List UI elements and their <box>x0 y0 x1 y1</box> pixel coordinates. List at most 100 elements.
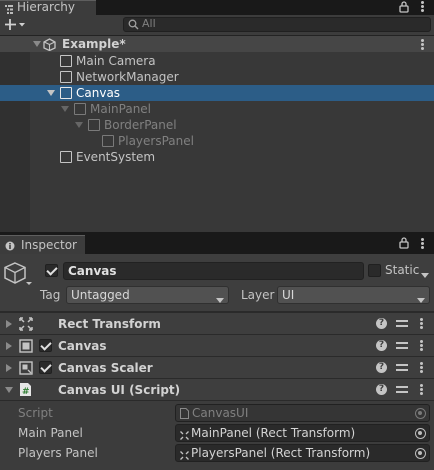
layer-label: Layer <box>241 288 275 302</box>
inspector-menu-icon[interactable] <box>421 238 424 249</box>
gameobject-name: Canvas <box>68 264 117 278</box>
chevron-down-icon <box>216 293 224 307</box>
component-menu-icon[interactable] <box>420 340 423 351</box>
rect-transform-icon <box>180 449 189 463</box>
script-object-field: CanvasUI <box>175 404 430 422</box>
gameobject-name-field[interactable]: Canvas <box>63 262 364 280</box>
inspector-tab-label: Inspector <box>21 238 77 252</box>
players-panel-label: Players Panel <box>18 446 98 460</box>
hierarchy-item-label: PlayersPanel <box>118 134 194 148</box>
canvas-scaler-icon <box>19 361 33 378</box>
component-menu-icon[interactable] <box>420 362 423 373</box>
object-picker-icon <box>415 408 426 419</box>
component-canvas[interactable]: Canvas ? <box>0 334 434 356</box>
tab-hierarchy[interactable]: Hierarchy <box>0 0 96 15</box>
rect-transform-icon <box>180 429 189 443</box>
preset-icon[interactable] <box>396 362 408 373</box>
help-icon[interactable]: ? <box>376 362 387 373</box>
component-rect-transform[interactable]: Rect Transform ? <box>0 312 434 334</box>
scene-menu-icon[interactable] <box>421 39 424 50</box>
active-checkbox[interactable] <box>45 264 58 277</box>
gameobject-cube-icon <box>60 55 72 67</box>
unity-scene-icon <box>43 38 56 54</box>
gameobject-cube-icon <box>102 135 114 147</box>
hierarchy-item-event-system[interactable]: EventSystem <box>30 149 434 165</box>
component-name: Canvas <box>58 339 107 353</box>
hierarchy-search-input[interactable]: All <box>123 17 431 32</box>
hierarchy-item-main-camera[interactable]: Main Camera <box>30 53 434 69</box>
gameobject-cube-icon <box>4 262 32 291</box>
hierarchy-item-canvas[interactable]: Canvas <box>0 85 434 101</box>
chevron-right-icon[interactable] <box>6 364 12 372</box>
add-icon[interactable] <box>5 19 25 34</box>
players-panel-object-field[interactable]: PlayersPanel (Rect Transform) <box>175 444 430 462</box>
chevron-down-icon[interactable] <box>75 122 83 128</box>
players-panel-value: PlayersPanel (Rect Transform) <box>191 446 371 460</box>
chevron-right-icon[interactable] <box>6 342 12 350</box>
component-canvas-ui-script[interactable]: # Canvas UI (Script) ? <box>0 378 434 400</box>
object-picker-icon[interactable] <box>415 428 426 439</box>
hierarchy-item-label: Main Camera <box>76 54 156 68</box>
tag-dropdown[interactable]: Untagged <box>66 286 229 304</box>
chevron-right-icon[interactable] <box>6 320 12 328</box>
chevron-down-icon[interactable] <box>61 106 69 112</box>
component-menu-icon[interactable] <box>420 384 423 395</box>
info-icon <box>5 240 15 254</box>
search-placeholder: All <box>142 17 156 30</box>
component-enabled-checkbox[interactable] <box>39 361 52 374</box>
object-picker-icon[interactable] <box>415 448 426 459</box>
hierarchy-tab-label: Hierarchy <box>17 0 76 14</box>
hierarchy-gutter <box>0 52 30 232</box>
component-name: Rect Transform <box>58 317 161 331</box>
hierarchy-item-network-manager[interactable]: NetworkManager <box>30 69 434 85</box>
preset-icon[interactable] <box>396 318 408 329</box>
component-name: Canvas Scaler <box>58 361 153 375</box>
hierarchy-item-label: MainPanel <box>90 102 152 116</box>
hierarchy-item-border-panel[interactable]: BorderPanel <box>30 117 434 133</box>
hierarchy-item-players-panel[interactable]: PlayersPanel <box>30 133 434 149</box>
lock-icon[interactable] <box>399 1 409 16</box>
component-enabled-checkbox[interactable] <box>39 339 52 352</box>
hierarchy-item-main-panel[interactable]: MainPanel <box>30 101 434 117</box>
hierarchy-menu-icon[interactable] <box>421 1 424 12</box>
help-icon[interactable]: ? <box>376 318 387 329</box>
component-divider <box>0 400 434 401</box>
chevron-down-icon[interactable] <box>47 90 55 96</box>
hierarchy-list-icon <box>5 3 13 14</box>
tab-inspector[interactable]: Inspector <box>0 235 85 254</box>
gameobject-cube-icon <box>60 71 72 83</box>
gameobject-cube-icon <box>74 103 86 115</box>
component-name: Canvas UI (Script) <box>58 383 181 397</box>
chevron-down-icon[interactable] <box>421 268 429 282</box>
main-panel-label: Main Panel <box>18 426 83 440</box>
lock-icon[interactable] <box>399 237 409 252</box>
svg-text:#: # <box>22 387 30 397</box>
tag-value: Untagged <box>71 288 130 302</box>
preset-icon[interactable] <box>396 340 408 351</box>
help-icon[interactable]: ? <box>376 340 387 351</box>
hierarchy-item-label: Canvas <box>76 86 121 100</box>
help-icon[interactable]: ? <box>376 384 387 395</box>
gameobject-cube-icon <box>88 119 100 131</box>
main-panel-value: MainPanel (Rect Transform) <box>191 426 356 440</box>
search-icon <box>128 19 139 33</box>
script-field-label: Script <box>18 406 53 420</box>
static-label: Static <box>385 263 420 277</box>
canvas-icon <box>19 339 33 356</box>
script-field-value: CanvasUI <box>192 406 249 420</box>
component-canvas-scaler[interactable]: Canvas Scaler ? <box>0 356 434 378</box>
scene-row[interactable]: Example* <box>0 36 434 52</box>
static-checkbox[interactable] <box>368 264 381 277</box>
layer-value: UI <box>282 288 295 302</box>
tag-label: Tag <box>40 288 61 302</box>
main-panel-object-field[interactable]: MainPanel (Rect Transform) <box>175 424 430 442</box>
script-file-icon <box>180 408 189 422</box>
hierarchy-item-label: EventSystem <box>76 150 156 164</box>
layer-dropdown[interactable]: UI <box>277 286 430 304</box>
hierarchy-item-label: BorderPanel <box>104 118 177 132</box>
preset-icon[interactable] <box>396 384 408 395</box>
chevron-down-icon[interactable] <box>5 387 13 393</box>
hierarchy-item-label: NetworkManager <box>76 70 179 84</box>
component-menu-icon[interactable] <box>420 318 423 329</box>
chevron-down-icon[interactable] <box>33 41 41 47</box>
